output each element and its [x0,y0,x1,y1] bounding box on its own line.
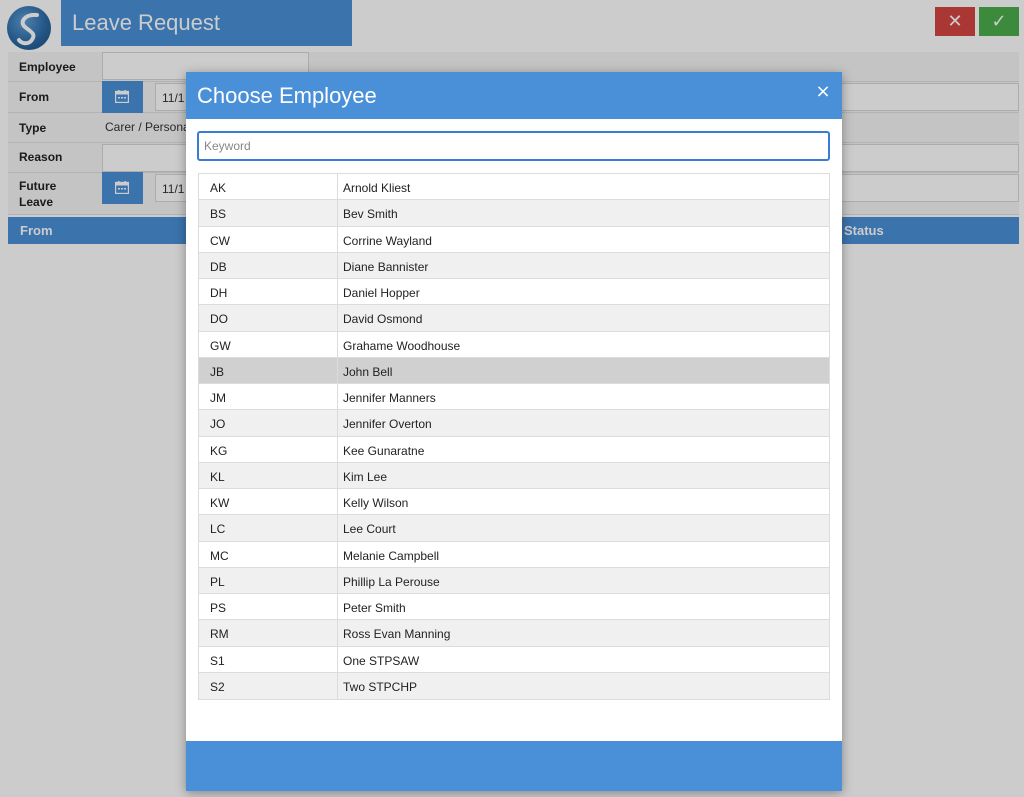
employee-name: Bev Smith [343,207,398,222]
dialog-title: Choose Employee [197,83,377,108]
employee-name: One STPSAW [343,653,420,668]
choose-employee-dialog: Choose Employee × AK Arnold Kliest BS Bev S… [186,72,842,791]
employee-row[interactable]: KG Kee Gunaratne [199,436,829,463]
column-divider [337,567,338,593]
employee-name: Kelly Wilson [343,496,409,510]
employee-code: DH [210,286,228,300]
employee-code: GW [210,338,231,353]
employee-name: Daniel Hopper [343,286,420,300]
column-divider [337,410,338,436]
employee-name: Jennifer Overton [343,417,432,432]
employee-row[interactable]: JO Jennifer Overton [199,410,829,437]
employee-row[interactable]: DB Diane Bannister [199,252,829,279]
employee-code: KL [210,469,225,484]
employee-code: KG [210,443,228,458]
employee-code: DO [210,312,228,327]
column-divider [337,541,338,567]
column-divider [337,462,338,488]
employee-row[interactable]: DH Daniel Hopper [199,279,829,306]
employee-code: JO [210,417,226,432]
column-divider [337,252,338,278]
employee-code: DB [210,259,227,274]
employee-row[interactable]: MC Melanie Campbell [199,541,829,568]
dialog-header: Choose Employee × [186,72,842,119]
employee-name: Lee Court [343,522,396,537]
column-divider [337,594,338,620]
column-divider [337,226,338,252]
employee-row[interactable]: KL Kim Lee [199,462,829,489]
employee-list: AK Arnold Kliest BS Bev Smith CW Corrine Wayl… [198,173,830,700]
employee-code: MC [210,548,229,563]
column-divider [337,384,338,410]
employee-row[interactable]: LC Lee Court [199,515,829,542]
employee-row[interactable]: CW Corrine Wayland [199,226,829,253]
employee-code: AK [210,181,227,195]
employee-row[interactable]: JB John Bell [199,357,829,384]
employee-name: Kim Lee [343,469,388,484]
employee-row[interactable]: PS Peter Smith [199,594,829,621]
employee-code: JB [210,364,225,379]
column-divider [337,646,338,672]
employee-name: Jennifer Manners [343,391,436,405]
column-divider [337,672,338,699]
employee-row[interactable]: JM Jennifer Manners [199,384,829,411]
employee-row[interactable]: GW Grahame Woodhouse [199,331,829,358]
employee-name: Phillip La Perouse [343,574,440,589]
employee-name: Ross Evan Manning [343,627,451,642]
column-divider [337,620,338,646]
column-divider [337,174,338,200]
employee-name: Kee Gunaratne [343,443,425,458]
employee-name: Diane Bannister [343,259,429,274]
employee-row[interactable]: DO David Osmond [199,305,829,332]
employee-row[interactable]: S2 Two STPCHP [199,672,829,699]
employee-row[interactable]: AK Arnold Kliest [199,174,829,201]
column-divider [337,436,338,462]
employee-name: Peter Smith [343,601,406,615]
employee-code: KW [210,496,230,510]
employee-name: Grahame Woodhouse [343,338,461,353]
employee-name: Arnold Kliest [343,181,411,195]
column-divider [337,279,338,305]
employee-code: BS [210,207,227,222]
dialog-footer [186,741,842,791]
employee-code: S2 [210,679,225,694]
employee-row[interactable]: BS Bev Smith [199,200,829,227]
employee-code: JM [210,391,226,405]
employee-name: Two STPCHP [343,679,418,694]
close-icon[interactable]: × [813,82,833,102]
column-divider [337,515,338,541]
employee-code: S1 [210,653,225,668]
employee-code: PS [210,601,227,615]
employee-row[interactable]: KW Kelly Wilson [199,489,829,516]
employee-name: David Osmond [343,312,423,327]
employee-code: RM [210,627,229,642]
employee-row[interactable]: PL Phillip La Perouse [199,567,829,594]
employee-name: Melanie Campbell [343,548,440,563]
employee-row[interactable]: S1 One STPSAW [199,646,829,673]
employee-code: CW [210,233,230,248]
column-divider [337,305,338,331]
employee-code: LC [210,522,226,537]
keyword-search-input[interactable] [197,131,830,161]
column-divider [337,331,338,357]
column-divider [337,489,338,515]
column-divider [337,357,338,383]
column-divider [337,200,338,226]
employee-row[interactable]: RM Ross Evan Manning [199,620,829,647]
employee-name: Corrine Wayland [343,233,432,248]
employee-name: John Bell [343,364,393,379]
employee-code: PL [210,574,225,589]
